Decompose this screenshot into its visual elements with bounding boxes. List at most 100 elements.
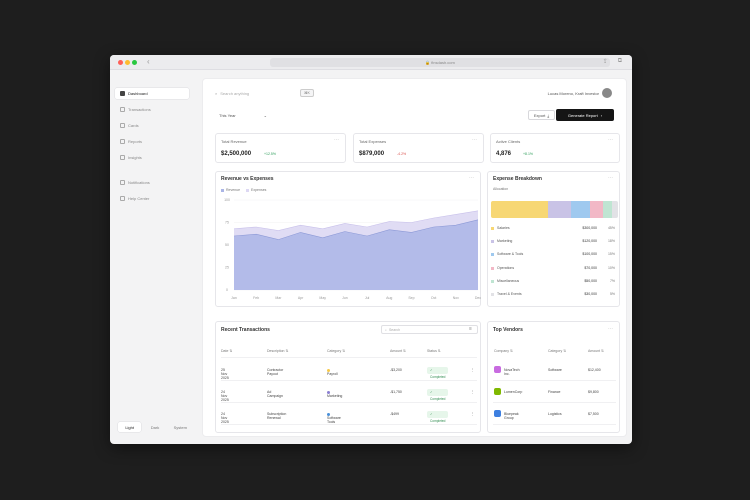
- x-tick-label: Dec: [475, 296, 481, 300]
- more-icon[interactable]: ⋯: [608, 175, 613, 181]
- date-range-select[interactable]: This Year ⌄: [215, 110, 271, 120]
- stat-delta: -4.2%: [397, 152, 407, 156]
- more-icon[interactable]: ⋯: [334, 137, 339, 143]
- column-header[interactable]: Date ⇅: [221, 349, 232, 353]
- category-cell: Payroll: [327, 368, 338, 376]
- company-name: Bluepeak Group: [504, 412, 519, 420]
- x-tick-label: Jun: [342, 296, 348, 300]
- description-cell: Subscription Renewal: [267, 412, 287, 420]
- close-dot-icon[interactable]: [118, 60, 123, 65]
- search-icon: ⌕: [215, 90, 218, 96]
- column-header[interactable]: Amount ⇅: [588, 349, 604, 353]
- row-more-icon[interactable]: ⋮: [471, 412, 475, 416]
- user-menu[interactable]: Lucas Moreno, Kraft Investor: [548, 88, 612, 98]
- sidebar-item-dashboard[interactable]: Dashboard: [115, 88, 189, 99]
- column-header[interactable]: Category ⇅: [548, 349, 566, 353]
- category-name: Software & Tools: [497, 252, 524, 257]
- company-amount: $12,400: [588, 368, 601, 372]
- export-button[interactable]: Export ⤓: [528, 110, 555, 120]
- date-cell: 24 Nov 2025: [221, 390, 229, 402]
- user-name: Lucas Moreno, Kraft Investor: [547, 90, 599, 96]
- x-tick-label: Sep: [408, 296, 414, 300]
- share-icon[interactable]: ⇪: [603, 58, 608, 65]
- sidebar-item-help[interactable]: Help Center: [115, 193, 189, 204]
- theme-system-button[interactable]: System: [169, 422, 192, 432]
- transactions-card: Recent Transactions ⌕ Search ≡ Date ⇅ Desc…: [215, 321, 481, 433]
- category-label: Payroll: [327, 372, 338, 376]
- y-tick-label: 100: [224, 198, 230, 202]
- insights-icon: [120, 155, 125, 160]
- category-percent: 5%: [609, 292, 615, 296]
- category-cell: Software Tools: [327, 412, 341, 424]
- breakdown-row: Miscellaneous $50,000 7%: [491, 278, 615, 286]
- amount-cell: -$1,750: [390, 390, 402, 394]
- sidebar-item-label: Dashboard: [128, 91, 148, 96]
- sidebar-item-label: Help Center: [128, 196, 150, 201]
- column-header[interactable]: Category ⇅: [327, 349, 345, 353]
- revenue-area-chart: 100 75 50 25 0Jan Feb Mar Apr May Jun Jul Aug Sep Oct…: [224, 198, 481, 300]
- sidebar-item-label: Insights: [128, 155, 142, 160]
- sidebar-item-label: Cards: [128, 123, 139, 128]
- filter-icon[interactable]: ≡: [469, 326, 472, 332]
- sidebar-item-notifications[interactable]: Notifications: [115, 177, 189, 188]
- chevron-left-icon[interactable]: ‹: [147, 57, 150, 67]
- primary-label: Generate Report: [567, 112, 598, 118]
- amount-cell: -$499: [390, 412, 399, 416]
- minimize-dot-icon[interactable]: [125, 60, 130, 65]
- column-header[interactable]: Status ⇅: [427, 349, 441, 353]
- stat-value: 4,876: [496, 151, 512, 157]
- stat-card-clients: Active Clients ⋯ 4,876 +8.1%: [490, 133, 620, 163]
- category-swatch: [491, 266, 494, 270]
- search-input[interactable]: ⌕ Search anything: [215, 88, 290, 98]
- stat-label: Active Clients: [496, 139, 521, 144]
- company-category: Software: [548, 368, 562, 372]
- sidebar-item-cards[interactable]: Cards: [115, 120, 189, 131]
- x-tick-label: Oct: [431, 296, 436, 300]
- allocation-segment: [602, 201, 612, 218]
- address-bar[interactable]: 🔒 finsdash.com: [270, 58, 610, 67]
- x-tick-label: May: [319, 296, 326, 300]
- x-tick-label: Mar: [275, 296, 282, 300]
- theme-light-button[interactable]: Light: [118, 422, 142, 432]
- search-placeholder: Search: [388, 327, 401, 332]
- tabs-icon[interactable]: ⧉: [618, 58, 622, 65]
- company-name: LumenCorp: [504, 390, 523, 394]
- x-tick-label: Jan: [231, 296, 237, 300]
- generate-report-button[interactable]: Generate Report ›: [556, 109, 614, 121]
- category-swatch: [491, 253, 494, 257]
- sidebar-item-transactions[interactable]: Transactions: [115, 104, 189, 115]
- row-divider: [493, 402, 616, 403]
- avatar: [602, 88, 612, 98]
- transactions-search-input[interactable]: ⌕ Search: [381, 325, 478, 334]
- allocation-segment: [548, 201, 572, 218]
- search-icon: ⌕: [385, 327, 387, 332]
- card-title: Expense Breakdown: [493, 176, 542, 182]
- y-tick-label: 75: [225, 221, 229, 225]
- row-more-icon[interactable]: ⋮: [471, 390, 475, 394]
- sidebar: Dashboard Transactions Cards Reports Ins…: [110, 70, 198, 444]
- column-header[interactable]: Company ⇅: [494, 349, 513, 353]
- column-header[interactable]: Amount ⇅: [390, 349, 406, 353]
- breakdown-row: Software & Tools $100,000 15%: [491, 251, 615, 259]
- sidebar-item-label: Notifications: [128, 180, 150, 185]
- stat-card-revenue: Total Revenue ⋯ $2,500,000 +12.5%: [215, 133, 346, 163]
- stat-value: $879,000: [359, 151, 385, 157]
- column-header[interactable]: Description ⇅: [267, 349, 288, 353]
- sidebar-item-label: Reports: [128, 139, 143, 144]
- sidebar-item-insights[interactable]: Insights: [115, 152, 189, 163]
- stat-delta: +8.1%: [523, 152, 534, 156]
- more-icon[interactable]: ⋯: [608, 137, 613, 143]
- more-icon[interactable]: ⋯: [472, 137, 477, 143]
- more-icon[interactable]: ⋯: [608, 326, 613, 332]
- stat-card-expenses: Total Expenses ⋯ $879,000 -4.2%: [353, 133, 484, 163]
- row-more-icon[interactable]: ⋮: [471, 368, 475, 372]
- stat-delta: +12.5%: [264, 152, 276, 156]
- theme-dark-button[interactable]: Dark: [143, 422, 166, 432]
- sidebar-item-reports[interactable]: Reports: [115, 136, 189, 147]
- stat-label: Total Revenue: [221, 139, 247, 144]
- stat-label: Total Expenses: [359, 139, 387, 144]
- allocation-segment: [611, 201, 618, 218]
- arrow-right-icon: ›: [600, 112, 603, 118]
- row-divider: [493, 380, 616, 381]
- maximize-dot-icon[interactable]: [132, 60, 137, 65]
